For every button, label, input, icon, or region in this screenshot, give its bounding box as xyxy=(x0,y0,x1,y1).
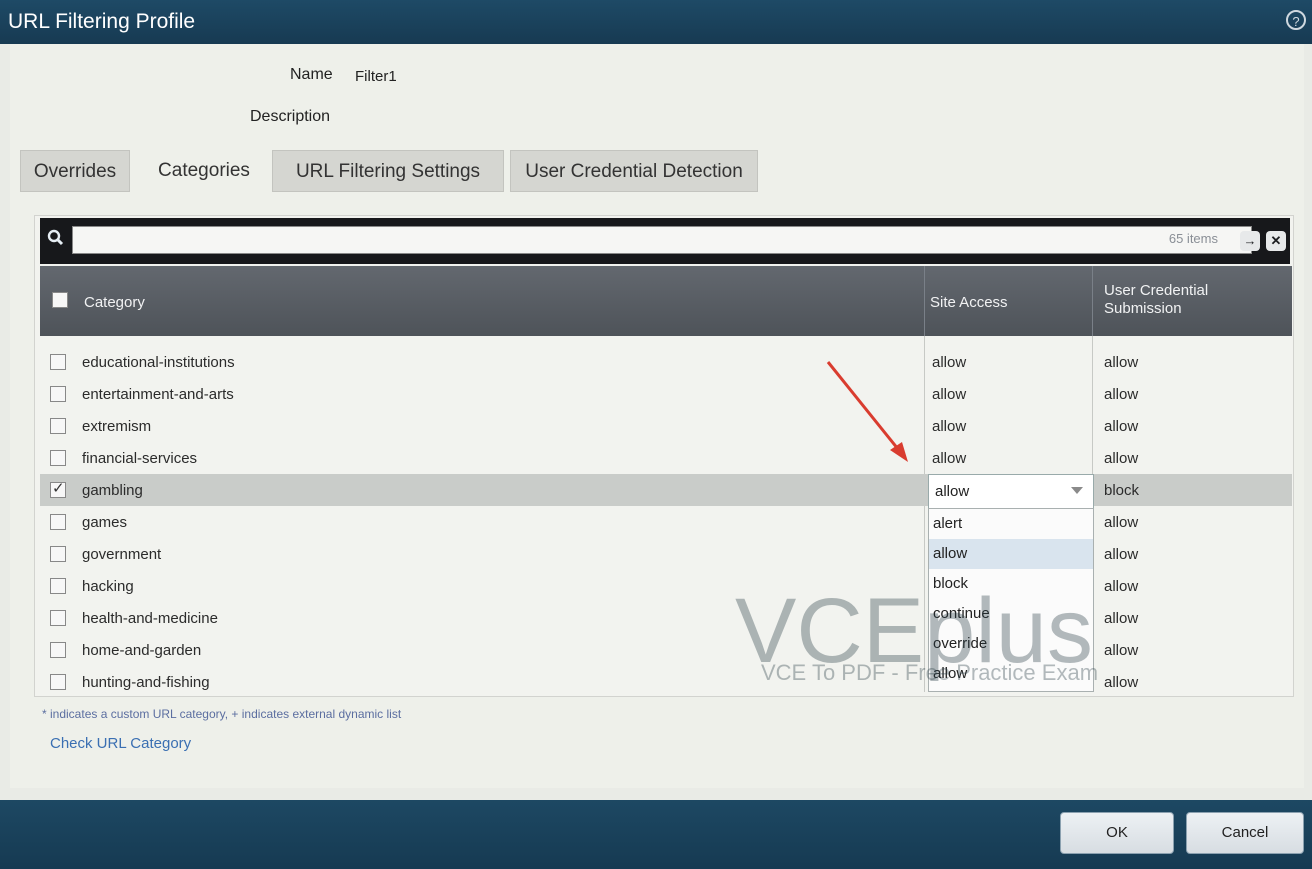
dropdown-current-value: allow xyxy=(935,483,970,500)
category-column-header[interactable]: Category xyxy=(84,294,145,311)
tab-categories[interactable]: Categories xyxy=(138,150,270,192)
category-cell: home-and-garden xyxy=(82,642,202,659)
category-cell: gambling xyxy=(82,482,143,499)
legend-note: * indicates a custom URL category, + ind… xyxy=(42,707,402,721)
credential-cell[interactable]: allow xyxy=(1104,514,1138,531)
description-label: Description xyxy=(250,108,331,125)
row-checkbox[interactable] xyxy=(50,450,66,466)
tab-user-credential-detection[interactable]: User Credential Detection xyxy=(510,150,758,192)
option-alert[interactable]: alert xyxy=(929,509,1093,539)
row-checkbox[interactable] xyxy=(50,418,66,434)
description-input[interactable] xyxy=(355,108,1255,132)
credential-cell[interactable]: allow xyxy=(1104,546,1138,563)
category-cell: hacking xyxy=(82,578,134,595)
table-row[interactable]: extremism allow allow xyxy=(40,410,1292,442)
option-allow[interactable]: allow xyxy=(929,539,1093,569)
table-row[interactable]: financial-services allow allow xyxy=(40,442,1292,474)
credential-cell[interactable]: allow xyxy=(1104,386,1138,403)
site-access-cell[interactable]: allow xyxy=(932,418,966,435)
site-access-column-header[interactable]: Site Access xyxy=(930,294,1008,311)
watermark: VCEplus VCE To PDF - Free Practice Exam xyxy=(735,585,1295,705)
credential-column-header[interactable]: User Credential Submission xyxy=(1104,282,1244,318)
ok-button[interactable]: OK xyxy=(1060,812,1174,854)
table-header: Category Site Access User Credential Sub… xyxy=(40,266,1292,336)
row-checkbox[interactable] xyxy=(50,546,66,562)
row-checkbox[interactable] xyxy=(50,386,66,402)
credential-cell[interactable]: block xyxy=(1104,482,1139,499)
cancel-button[interactable]: Cancel xyxy=(1186,812,1304,854)
category-cell: hunting-and-fishing xyxy=(82,674,210,691)
table-row-selected[interactable]: gambling block xyxy=(40,474,1292,506)
table-row[interactable]: government allow xyxy=(40,538,1292,570)
credential-cell[interactable]: allow xyxy=(1104,450,1138,467)
category-cell: government xyxy=(82,546,162,563)
category-cell: extremism xyxy=(82,418,152,435)
row-checkbox[interactable] xyxy=(50,479,66,498)
column-divider xyxy=(924,266,925,336)
credential-cell[interactable]: allow xyxy=(1104,354,1138,371)
column-divider xyxy=(1092,266,1093,336)
category-cell: entertainment-and-arts xyxy=(82,386,234,403)
item-count: 65 items xyxy=(1168,231,1218,246)
table-row[interactable]: entertainment-and-arts allow allow xyxy=(40,378,1292,410)
category-cell: financial-services xyxy=(82,450,198,467)
category-cell: health-and-medicine xyxy=(82,610,218,627)
site-access-cell[interactable]: allow xyxy=(932,450,966,467)
name-input[interactable]: Filter1 xyxy=(355,68,397,85)
option-label: allow xyxy=(933,545,968,562)
site-access-cell[interactable]: allow xyxy=(932,386,966,403)
row-checkbox[interactable] xyxy=(50,354,66,370)
dialog-titlebar: URL Filtering Profile ? xyxy=(0,0,1312,44)
chevron-down-icon[interactable] xyxy=(1071,487,1083,494)
row-checkbox[interactable] xyxy=(50,610,66,626)
row-checkbox[interactable] xyxy=(50,578,66,594)
table-row[interactable]: games allow xyxy=(40,506,1292,538)
name-label: Name xyxy=(290,66,333,83)
dialog-title: URL Filtering Profile xyxy=(8,10,196,33)
apply-filter-icon[interactable]: → xyxy=(1240,231,1260,251)
watermark-subtitle: VCE To PDF - Free Practice Exam xyxy=(761,660,1099,685)
row-checkbox[interactable] xyxy=(50,642,66,658)
category-cell: games xyxy=(82,514,128,531)
category-cell: educational-institutions xyxy=(82,354,235,371)
help-icon[interactable]: ? xyxy=(1286,10,1306,30)
clear-filter-icon[interactable]: ✕ xyxy=(1266,231,1286,251)
select-all-checkbox[interactable] xyxy=(52,292,68,308)
search-input[interactable] xyxy=(72,226,1252,254)
option-label: alert xyxy=(933,515,963,532)
site-access-dropdown[interactable]: allow xyxy=(928,474,1094,510)
tab-overrides[interactable]: Overrides xyxy=(20,150,130,192)
row-checkbox[interactable] xyxy=(50,514,66,530)
dialog-footer: OK Cancel xyxy=(0,800,1312,869)
annotation-arrow-icon xyxy=(826,361,908,462)
tab-url-filtering-settings[interactable]: URL Filtering Settings xyxy=(272,150,504,192)
table-row[interactable]: educational-institutions allow allow xyxy=(40,346,1292,378)
check-url-category-link[interactable]: Check URL Category xyxy=(50,735,191,752)
site-access-cell[interactable]: allow xyxy=(932,354,966,371)
search-bar: 65 items → ✕ xyxy=(40,218,1290,264)
search-icon[interactable] xyxy=(46,228,64,252)
row-checkbox[interactable] xyxy=(50,674,66,690)
credential-cell[interactable]: allow xyxy=(1104,418,1138,435)
